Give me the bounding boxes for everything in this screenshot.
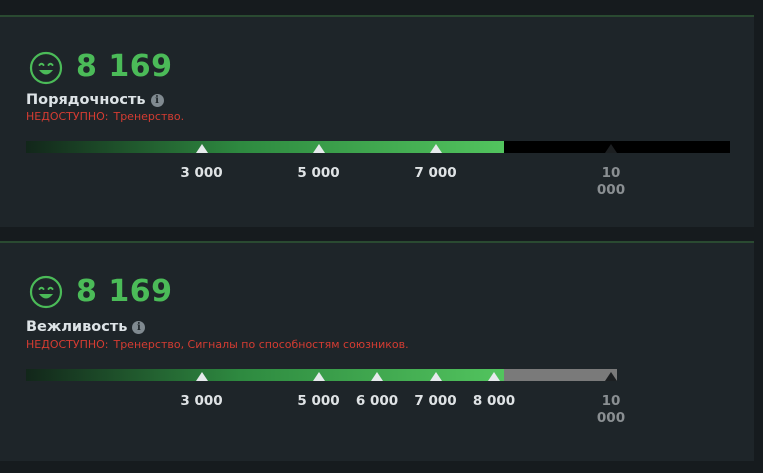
unavailable-notice: НЕДОСТУПНО: Тренерство. [26,110,184,124]
unavailable-label: НЕДОСТУПНО: [26,110,109,123]
behavior-panel-politeness: 8 169 Вежливость i НЕДОСТУПНО: Тренерство,… [0,241,754,461]
score-value: 8 169 [76,274,173,309]
threshold-label: 5 000 [297,393,340,409]
score-value: 8 169 [76,49,173,84]
threshold-marker [605,144,617,153]
threshold-label: 8 000 [472,393,516,409]
info-icon[interactable]: i [132,321,146,334]
unavailable-reasons: Тренерство, Сигналы по способностям союз… [113,338,409,351]
score-progress-bar [26,141,730,153]
threshold-label: 7 000 [414,393,457,409]
category-title: Порядочность i [26,91,164,109]
category-title: Вежливость i [26,318,146,336]
category-title-text: Вежливость [26,319,128,335]
smiling-face-icon [29,275,63,309]
threshold-label: 5 000 [297,165,340,181]
threshold-marker [605,372,617,381]
threshold-marker [371,372,383,381]
threshold-marker [195,372,208,381]
threshold-label: 6 000 [355,393,399,409]
unavailable-notice: НЕДОСТУПНО: Тренерство, Сигналы по способ… [26,338,409,352]
threshold-label: 10 000 [596,393,626,426]
threshold-marker [312,372,325,381]
threshold-marker [195,144,208,153]
threshold-label: 7 000 [414,165,457,181]
threshold-marker [312,144,325,153]
info-icon[interactable]: i [150,94,164,107]
threshold-marker [429,144,442,153]
threshold-label: 10 000 [596,165,626,198]
unavailable-reasons: Тренерство. [113,110,185,123]
threshold-marker [429,372,442,381]
threshold-label: 3 000 [180,393,223,409]
threshold-label: 3 000 [180,165,223,181]
behavior-panel-decency: 8 169 Порядочность i НЕДОСТУПНО: Тренерств… [0,15,754,227]
threshold-marker [488,372,500,381]
unavailable-label: НЕДОСТУПНО: [26,338,109,351]
category-title-text: Порядочность [26,92,146,108]
smiling-face-icon [29,51,63,85]
